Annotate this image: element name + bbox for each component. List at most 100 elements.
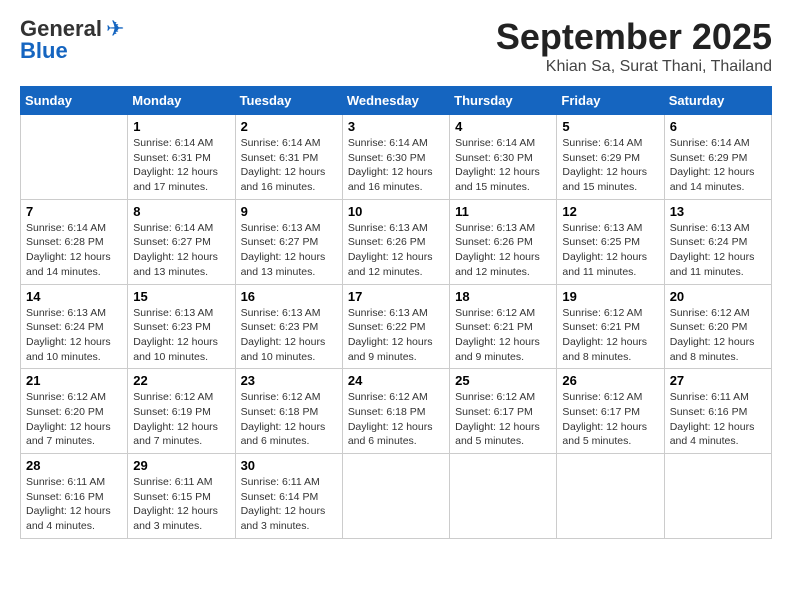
day-number: 10	[348, 204, 444, 219]
calendar-cell: 4 Sunrise: 6:14 AM Sunset: 6:30 PM Daylig…	[450, 115, 557, 200]
day-info: Sunrise: 6:14 AM Sunset: 6:31 PM Dayligh…	[133, 136, 229, 195]
dow-monday: Monday	[128, 87, 235, 115]
day-number: 9	[241, 204, 337, 219]
logo-blue: Blue	[20, 40, 68, 62]
month-title: September 2025	[496, 16, 772, 58]
dow-friday: Friday	[557, 87, 664, 115]
calendar-cell: 22 Sunrise: 6:12 AM Sunset: 6:19 PM Dayli…	[128, 369, 235, 454]
logo-bird-icon: ✈	[106, 16, 124, 42]
calendar-cell: 29 Sunrise: 6:11 AM Sunset: 6:15 PM Dayli…	[128, 454, 235, 539]
day-info: Sunrise: 6:14 AM Sunset: 6:30 PM Dayligh…	[455, 136, 551, 195]
day-number: 13	[670, 204, 766, 219]
day-number: 24	[348, 373, 444, 388]
day-of-week-header: SundayMondayTuesdayWednesdayThursdayFrid…	[21, 87, 772, 115]
day-info: Sunrise: 6:13 AM Sunset: 6:22 PM Dayligh…	[348, 306, 444, 365]
calendar-cell: 19Sunrise: 6:12 AM Sunset: 6:21 PM Dayli…	[557, 284, 664, 369]
day-number: 4	[455, 119, 551, 134]
calendar-cell: 8Sunrise: 6:14 AM Sunset: 6:27 PM Daylig…	[128, 199, 235, 284]
day-info: Sunrise: 6:14 AM Sunset: 6:29 PM Dayligh…	[670, 136, 766, 195]
day-number: 30	[241, 458, 337, 473]
calendar-cell: 17 Sunrise: 6:13 AM Sunset: 6:22 PM Dayli…	[342, 284, 449, 369]
day-info: Sunrise: 6:11 AM Sunset: 6:16 PM Dayligh…	[670, 390, 766, 449]
calendar-cell: 5 Sunrise: 6:14 AM Sunset: 6:29 PM Daylig…	[557, 115, 664, 200]
calendar-cell: 23 Sunrise: 6:12 AM Sunset: 6:18 PM Dayli…	[235, 369, 342, 454]
dow-thursday: Thursday	[450, 87, 557, 115]
day-number: 23	[241, 373, 337, 388]
calendar-cell	[450, 454, 557, 539]
calendar-cell: 21 Sunrise: 6:12 AM Sunset: 6:20 PM Dayli…	[21, 369, 128, 454]
day-info: Sunrise: 6:13 AM Sunset: 6:27 PM Dayligh…	[241, 221, 337, 280]
day-number: 17	[348, 289, 444, 304]
day-info: Sunrise: 6:14 AM Sunset: 6:29 PM Dayligh…	[562, 136, 658, 195]
day-info: Sunrise: 6:13 AM Sunset: 6:24 PM Dayligh…	[26, 306, 122, 365]
calendar-cell: 24Sunrise: 6:12 AM Sunset: 6:18 PM Dayli…	[342, 369, 449, 454]
calendar-cell: 2Sunrise: 6:14 AM Sunset: 6:31 PM Daylig…	[235, 115, 342, 200]
day-info: Sunrise: 6:14 AM Sunset: 6:31 PM Dayligh…	[241, 136, 337, 195]
calendar-cell: 9 Sunrise: 6:13 AM Sunset: 6:27 PM Daylig…	[235, 199, 342, 284]
day-number: 25	[455, 373, 551, 388]
day-number: 11	[455, 204, 551, 219]
day-number: 14	[26, 289, 122, 304]
day-info: Sunrise: 6:14 AM Sunset: 6:28 PM Dayligh…	[26, 221, 122, 280]
day-number: 6	[670, 119, 766, 134]
day-number: 26	[562, 373, 658, 388]
calendar-table: SundayMondayTuesdayWednesdayThursdayFrid…	[20, 86, 772, 539]
day-number: 7	[26, 204, 122, 219]
calendar-cell: 1 Sunrise: 6:14 AM Sunset: 6:31 PM Daylig…	[128, 115, 235, 200]
day-info: Sunrise: 6:12 AM Sunset: 6:18 PM Dayligh…	[241, 390, 337, 449]
day-number: 5	[562, 119, 658, 134]
day-info: Sunrise: 6:14 AM Sunset: 6:30 PM Dayligh…	[348, 136, 444, 195]
day-info: Sunrise: 6:11 AM Sunset: 6:15 PM Dayligh…	[133, 475, 229, 534]
calendar-cell: 13 Sunrise: 6:13 AM Sunset: 6:24 PM Dayli…	[664, 199, 771, 284]
day-info: Sunrise: 6:13 AM Sunset: 6:23 PM Dayligh…	[241, 306, 337, 365]
day-info: Sunrise: 6:12 AM Sunset: 6:20 PM Dayligh…	[670, 306, 766, 365]
calendar-cell: 10 Sunrise: 6:13 AM Sunset: 6:26 PM Dayli…	[342, 199, 449, 284]
day-info: Sunrise: 6:12 AM Sunset: 6:17 PM Dayligh…	[562, 390, 658, 449]
calendar-cell	[557, 454, 664, 539]
location-subtitle: Khian Sa, Surat Thani, Thailand	[496, 58, 772, 76]
week-row-4: 28Sunrise: 6:11 AM Sunset: 6:16 PM Dayli…	[21, 454, 772, 539]
week-row-3: 21 Sunrise: 6:12 AM Sunset: 6:20 PM Dayli…	[21, 369, 772, 454]
calendar-cell	[342, 454, 449, 539]
day-info: Sunrise: 6:13 AM Sunset: 6:23 PM Dayligh…	[133, 306, 229, 365]
day-number: 28	[26, 458, 122, 473]
week-row-2: 14 Sunrise: 6:13 AM Sunset: 6:24 PM Dayli…	[21, 284, 772, 369]
day-number: 16	[241, 289, 337, 304]
dow-saturday: Saturday	[664, 87, 771, 115]
dow-wednesday: Wednesday	[342, 87, 449, 115]
dow-tuesday: Tuesday	[235, 87, 342, 115]
day-number: 15	[133, 289, 229, 304]
day-number: 27	[670, 373, 766, 388]
calendar-cell: 11 Sunrise: 6:13 AM Sunset: 6:26 PM Dayli…	[450, 199, 557, 284]
day-info: Sunrise: 6:12 AM Sunset: 6:20 PM Dayligh…	[26, 390, 122, 449]
calendar-cell: 25Sunrise: 6:12 AM Sunset: 6:17 PM Dayli…	[450, 369, 557, 454]
dow-sunday: Sunday	[21, 87, 128, 115]
day-number: 21	[26, 373, 122, 388]
calendar-cell: 30 Sunrise: 6:11 AM Sunset: 6:14 PM Dayli…	[235, 454, 342, 539]
day-number: 22	[133, 373, 229, 388]
calendar-cell: 6 Sunrise: 6:14 AM Sunset: 6:29 PM Daylig…	[664, 115, 771, 200]
calendar-cell: 26 Sunrise: 6:12 AM Sunset: 6:17 PM Dayli…	[557, 369, 664, 454]
calendar-cell: 14 Sunrise: 6:13 AM Sunset: 6:24 PM Dayli…	[21, 284, 128, 369]
header: General ✈ Blue September 2025 Khian Sa, …	[20, 16, 772, 76]
calendar-cell: 12Sunrise: 6:13 AM Sunset: 6:25 PM Dayli…	[557, 199, 664, 284]
day-number: 19	[562, 289, 658, 304]
day-number: 1	[133, 119, 229, 134]
logo: General ✈ Blue	[20, 16, 124, 62]
calendar-cell: 7 Sunrise: 6:14 AM Sunset: 6:28 PM Daylig…	[21, 199, 128, 284]
day-info: Sunrise: 6:13 AM Sunset: 6:24 PM Dayligh…	[670, 221, 766, 280]
day-info: Sunrise: 6:13 AM Sunset: 6:26 PM Dayligh…	[348, 221, 444, 280]
day-number: 3	[348, 119, 444, 134]
calendar-cell: 20 Sunrise: 6:12 AM Sunset: 6:20 PM Dayli…	[664, 284, 771, 369]
day-info: Sunrise: 6:12 AM Sunset: 6:19 PM Dayligh…	[133, 390, 229, 449]
calendar-cell	[664, 454, 771, 539]
calendar-cell: 15 Sunrise: 6:13 AM Sunset: 6:23 PM Dayli…	[128, 284, 235, 369]
day-number: 20	[670, 289, 766, 304]
title-area: September 2025 Khian Sa, Surat Thani, Th…	[496, 16, 772, 76]
calendar-cell	[21, 115, 128, 200]
calendar-cell: 3 Sunrise: 6:14 AM Sunset: 6:30 PM Daylig…	[342, 115, 449, 200]
calendar-cell: 27 Sunrise: 6:11 AM Sunset: 6:16 PM Dayli…	[664, 369, 771, 454]
day-info: Sunrise: 6:13 AM Sunset: 6:26 PM Dayligh…	[455, 221, 551, 280]
day-number: 29	[133, 458, 229, 473]
day-info: Sunrise: 6:11 AM Sunset: 6:14 PM Dayligh…	[241, 475, 337, 534]
